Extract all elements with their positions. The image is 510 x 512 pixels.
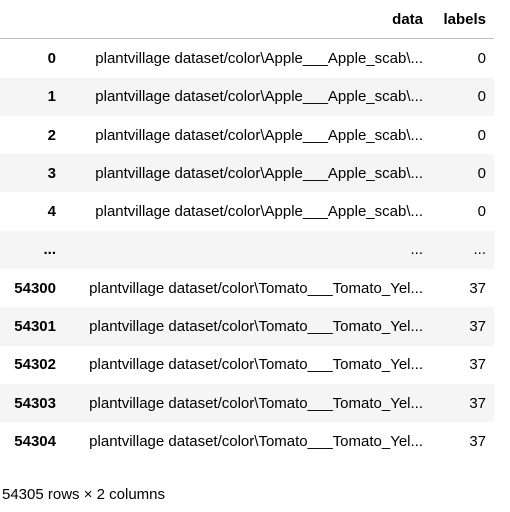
header-row: data labels (0, 0, 494, 40)
row-index: ... (43, 241, 56, 259)
cell-labels: 0 (477, 203, 486, 221)
table-row: 2 plantvillage dataset/color\Apple___App… (0, 116, 494, 154)
cell-labels: 0 (477, 88, 486, 106)
table-row: 0 plantvillage dataset/color\Apple___App… (0, 39, 494, 78)
cell-data: plantvillage dataset/color\Tomato___Toma… (89, 318, 423, 336)
table-row: 1 plantvillage dataset/color\Apple___App… (0, 77, 494, 116)
row-index: 2 (47, 126, 56, 144)
row-index: 54303 (14, 394, 56, 412)
row-index: 4 (47, 203, 56, 221)
column-header-labels: labels (431, 0, 494, 40)
table-row: 3 plantvillage dataset/color\Apple___App… (0, 154, 494, 193)
cell-data: ... (410, 241, 423, 259)
table-row: 54302 plantvillage dataset/color\Tomato_… (0, 346, 494, 384)
table-header: data labels (0, 0, 494, 40)
cell-data: plantvillage dataset/color\Tomato___Toma… (89, 279, 423, 297)
table-row: 54303 plantvillage dataset/color\Tomato_… (0, 383, 494, 423)
cell-data: plantvillage dataset/color\Apple___Apple… (95, 164, 423, 182)
cell-data: plantvillage dataset/color\Tomato___Toma… (89, 356, 423, 374)
table-body: 0 plantvillage dataset/color\Apple___App… (0, 39, 494, 461)
cell-data: plantvillage dataset/color\Tomato___Toma… (89, 432, 423, 450)
cell-labels: 37 (469, 394, 486, 412)
cell-labels: ... (473, 241, 486, 259)
row-index: 54304 (14, 432, 56, 450)
cell-data: plantvillage dataset/color\Apple___Apple… (95, 203, 423, 221)
table-row: 4 plantvillage dataset/color\Apple___App… (0, 192, 494, 230)
row-index: 54300 (14, 279, 56, 297)
dataframe-output: data labels 0 plantvillage dataset/color… (0, 0, 494, 461)
row-index: 54301 (14, 318, 56, 336)
shape-summary: 54305 rows × 2 columns (2, 486, 166, 503)
row-index: 1 (47, 88, 56, 106)
cell-labels: 0 (477, 164, 486, 182)
table-row: 54300 plantvillage dataset/color\Tomato_… (0, 269, 494, 307)
cell-labels: 0 (477, 49, 486, 67)
cell-data: plantvillage dataset/color\Apple___Apple… (95, 88, 423, 106)
row-index: 0 (47, 49, 56, 67)
cell-labels: 37 (469, 279, 486, 297)
cell-data: plantvillage dataset/color\Tomato___Toma… (89, 394, 423, 412)
cell-data: plantvillage dataset/color\Apple___Apple… (95, 49, 423, 67)
row-index: 3 (47, 164, 56, 182)
column-header-data: data (64, 0, 431, 40)
cell-data: plantvillage dataset/color\Apple___Apple… (95, 126, 423, 144)
cell-labels: 0 (477, 126, 486, 144)
row-index: 54302 (14, 356, 56, 374)
table-row: 54301 plantvillage dataset/color\Tomato_… (0, 307, 494, 346)
table-row: 54304 plantvillage dataset/color\Tomato_… (0, 422, 494, 460)
cell-labels: 37 (469, 356, 486, 374)
dataframe-table: data labels 0 plantvillage dataset/color… (0, 0, 494, 461)
index-header (0, 0, 64, 40)
ellipsis-row: ... ... ... (0, 230, 494, 270)
cell-labels: 37 (469, 432, 486, 450)
cell-labels: 37 (469, 318, 486, 336)
